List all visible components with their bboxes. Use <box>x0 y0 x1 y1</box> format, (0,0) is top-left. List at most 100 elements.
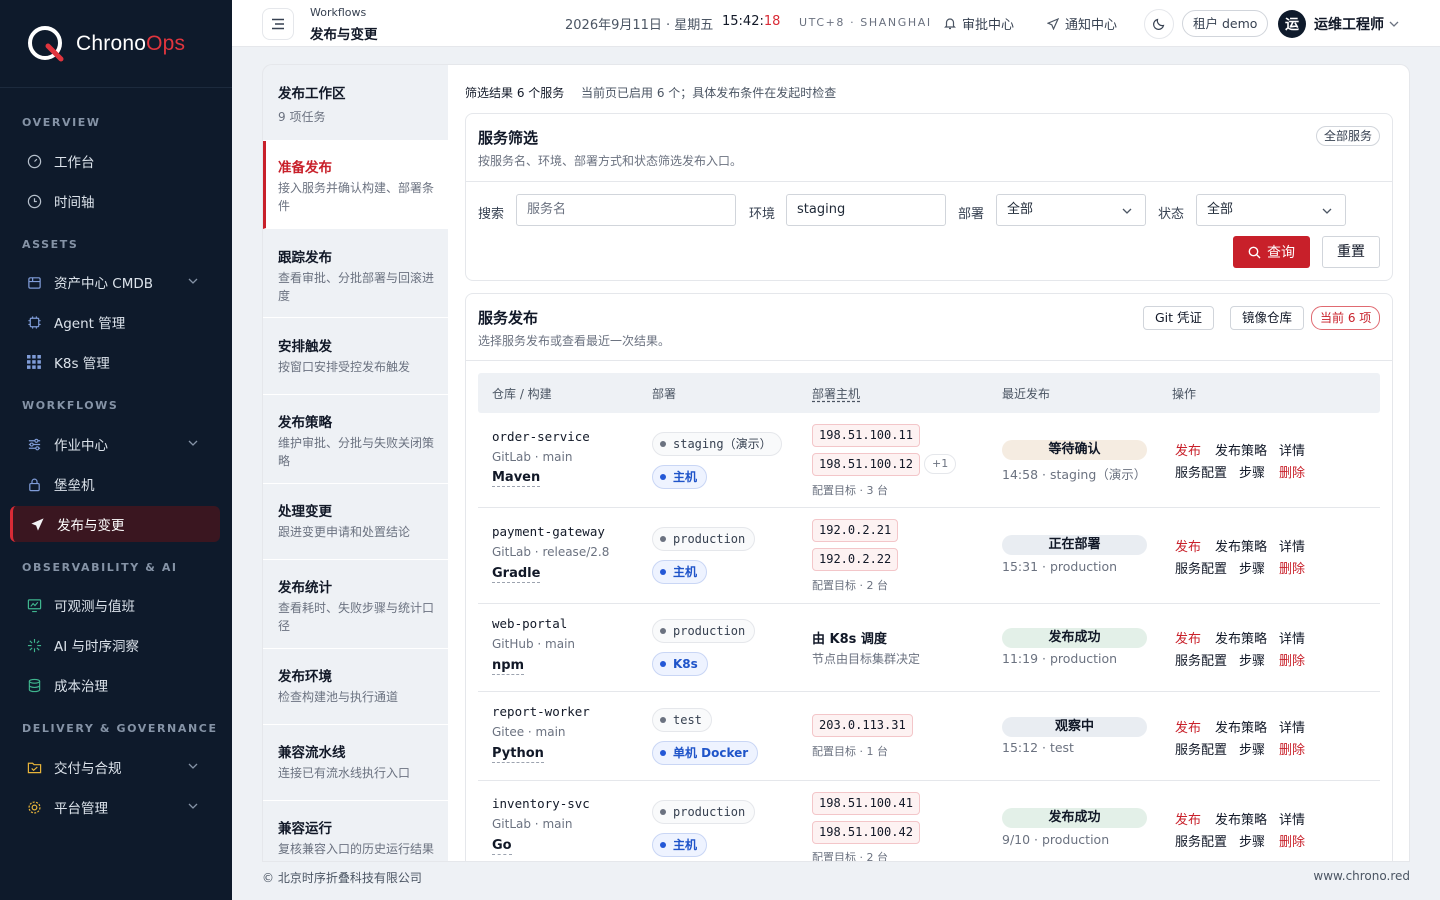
sidebar-item-jobs[interactable]: 作业中心 <box>10 426 220 462</box>
delete-link[interactable]: 删除 <box>1279 558 1305 577</box>
policy-link[interactable]: 发布策略 <box>1215 628 1267 647</box>
task-workspace[interactable]: 发布工作区 9 项任务 <box>263 65 448 141</box>
tenant-switcher[interactable]: 租户 demo <box>1182 10 1269 37</box>
deploy-tag: K8s <box>652 652 708 676</box>
detail-link[interactable]: 详情 <box>1279 628 1305 647</box>
table-row: report-worker Gitee · main Python test 单… <box>478 692 1380 781</box>
detail-link[interactable]: 详情 <box>1279 809 1305 828</box>
config-link[interactable]: 服务配置 <box>1175 462 1227 481</box>
config-link[interactable]: 服务配置 <box>1175 650 1227 669</box>
policy-link[interactable]: 发布策略 <box>1215 440 1267 459</box>
image-registry-button[interactable]: 镜像仓库 <box>1230 306 1305 330</box>
service-name[interactable]: payment-gateway <box>492 524 605 539</box>
steps-link[interactable]: 步骤 <box>1239 739 1265 758</box>
steps-link[interactable]: 步骤 <box>1239 558 1265 577</box>
breadcrumb[interactable]: Workflows <box>310 6 366 19</box>
approvals-link[interactable]: 审批中心 <box>944 14 1014 33</box>
status-select[interactable]: 全部 <box>1196 194 1346 226</box>
task-pipeline[interactable]: 兼容流水线 连接已有流水线执行入口 <box>263 725 448 801</box>
config-link[interactable]: 服务配置 <box>1175 739 1227 758</box>
host-ip: 198.51.100.12 <box>812 453 920 476</box>
service-name[interactable]: inventory-svc <box>492 796 590 811</box>
sidebar-item-timeline[interactable]: 时间轴 <box>10 183 220 219</box>
detail-link[interactable]: 详情 <box>1279 717 1305 736</box>
query-button[interactable]: 查询 <box>1233 236 1310 268</box>
search-label: 搜索 <box>478 207 505 222</box>
steps-link[interactable]: 步骤 <box>1239 650 1265 669</box>
all-services-badge: 全部服务 <box>1315 126 1380 146</box>
service-name[interactable]: order-service <box>492 429 590 444</box>
sidebar-item-label: Agent 管理 <box>54 316 126 332</box>
delete-link[interactable]: 删除 <box>1279 462 1305 481</box>
git-credentials-button[interactable]: Git 凭证 <box>1143 306 1215 330</box>
task-schedule[interactable]: 安排触发 按窗口安排受控发布触发 <box>263 318 448 395</box>
user-menu[interactable]: 运维工程师 <box>1314 14 1384 34</box>
build-tool: Go <box>492 838 512 855</box>
policy-link[interactable]: 发布策略 <box>1215 717 1267 736</box>
env-input[interactable]: staging <box>786 194 946 226</box>
theme-toggle-button[interactable] <box>1144 9 1174 39</box>
release-link[interactable]: 发布 <box>1175 536 1201 555</box>
config-link[interactable]: 服务配置 <box>1175 558 1227 577</box>
service-name[interactable]: report-worker <box>492 704 590 719</box>
sidebar-item-ai[interactable]: AI 与时序洞察 <box>10 627 220 663</box>
brand-logo[interactable]: ChronoOps <box>0 0 232 88</box>
chevron-down-icon <box>1322 208 1332 214</box>
brand-name: ChronoOps <box>76 31 186 55</box>
task-change[interactable]: 处理变更 跟进变更申请和处置结论 <box>263 484 448 560</box>
task-prepare[interactable]: 准备发布 接入服务并确认构建、部署条件 <box>263 141 448 229</box>
chevron-down-icon[interactable] <box>1388 18 1400 30</box>
service-name[interactable]: web-portal <box>492 616 567 631</box>
reset-button[interactable]: 重置 <box>1322 236 1380 268</box>
notifications-link[interactable]: 通知中心 <box>1047 14 1117 33</box>
avatar[interactable]: 运 <box>1278 10 1306 38</box>
sidebar-item-release[interactable]: 发布与变更 <box>10 506 220 542</box>
policy-link[interactable]: 发布策略 <box>1215 536 1267 555</box>
policy-link[interactable]: 发布策略 <box>1215 809 1267 828</box>
col-hosts[interactable]: 部署主机 <box>812 385 860 402</box>
sidebar-item-label: 作业中心 <box>54 438 108 454</box>
sparkle-icon <box>26 637 42 653</box>
host-ip: 198.51.100.11 <box>812 424 920 447</box>
release-link[interactable]: 发布 <box>1175 809 1201 828</box>
steps-link[interactable]: 步骤 <box>1239 831 1265 850</box>
search-input[interactable]: 服务名 <box>516 194 736 226</box>
release-link[interactable]: 发布 <box>1175 440 1201 459</box>
more-hosts-badge[interactable]: +1 <box>924 454 957 474</box>
menu-toggle-button[interactable] <box>262 8 294 40</box>
release-link[interactable]: 发布 <box>1175 628 1201 647</box>
release-link[interactable]: 发布 <box>1175 717 1201 736</box>
sidebar-item-platform[interactable]: 平台管理 <box>10 789 220 825</box>
config-link[interactable]: 服务配置 <box>1175 831 1227 850</box>
steps-link[interactable]: 步骤 <box>1239 462 1265 481</box>
sidebar-item-bastion[interactable]: 堡垒机 <box>10 466 220 502</box>
clock-icon <box>26 193 42 209</box>
task-track[interactable]: 跟踪发布 查看审批、分批部署与回滚进度 <box>263 229 448 318</box>
delete-link[interactable]: 删除 <box>1279 739 1305 758</box>
footer-site-link[interactable]: www.chrono.red <box>1313 869 1410 883</box>
sidebar-item-observability[interactable]: 可观测与值班 <box>10 587 220 623</box>
task-environment[interactable]: 发布环境 检查构建池与执行通道 <box>263 649 448 725</box>
task-desc: 接入服务并确认构建、部署条件 <box>278 181 435 213</box>
sidebar-item-k8s[interactable]: K8s 管理 <box>10 344 220 380</box>
sidebar-item-cmdb[interactable]: 资产中心 CMDB <box>10 264 220 300</box>
detail-link[interactable]: 详情 <box>1279 440 1305 459</box>
deploy-select[interactable]: 全部 <box>996 194 1146 226</box>
task-desc: 按窗口安排受控发布触发 <box>278 360 411 374</box>
lock-icon <box>26 476 42 492</box>
detail-link[interactable]: 详情 <box>1279 536 1305 555</box>
sidebar-item-compliance[interactable]: 交付与合规 <box>10 749 220 785</box>
status-badge: 发布成功 <box>1002 808 1147 828</box>
task-policy[interactable]: 发布策略 维护审批、分批与失败关闭策略 <box>263 395 448 484</box>
recent-release-time: 9/10 · production <box>1002 832 1110 847</box>
monitor-icon <box>26 597 42 613</box>
sidebar-item-agent[interactable]: Agent 管理 <box>10 304 220 340</box>
delete-link[interactable]: 删除 <box>1279 650 1305 669</box>
delete-link[interactable]: 删除 <box>1279 831 1305 850</box>
sidebar-item-cost[interactable]: 成本治理 <box>10 667 220 703</box>
sidebar-item-workbench[interactable]: 工作台 <box>10 143 220 179</box>
current-count-badge: 当前 6 项 <box>1311 306 1381 330</box>
table-header: 仓库 / 构建 部署 部署主机 最近发布 操作 <box>478 373 1380 413</box>
task-stats[interactable]: 发布统计 查看耗时、失败步骤与统计口径 <box>263 560 448 649</box>
task-runs[interactable]: 兼容运行 复核兼容入口的历史运行结果 <box>263 801 448 861</box>
